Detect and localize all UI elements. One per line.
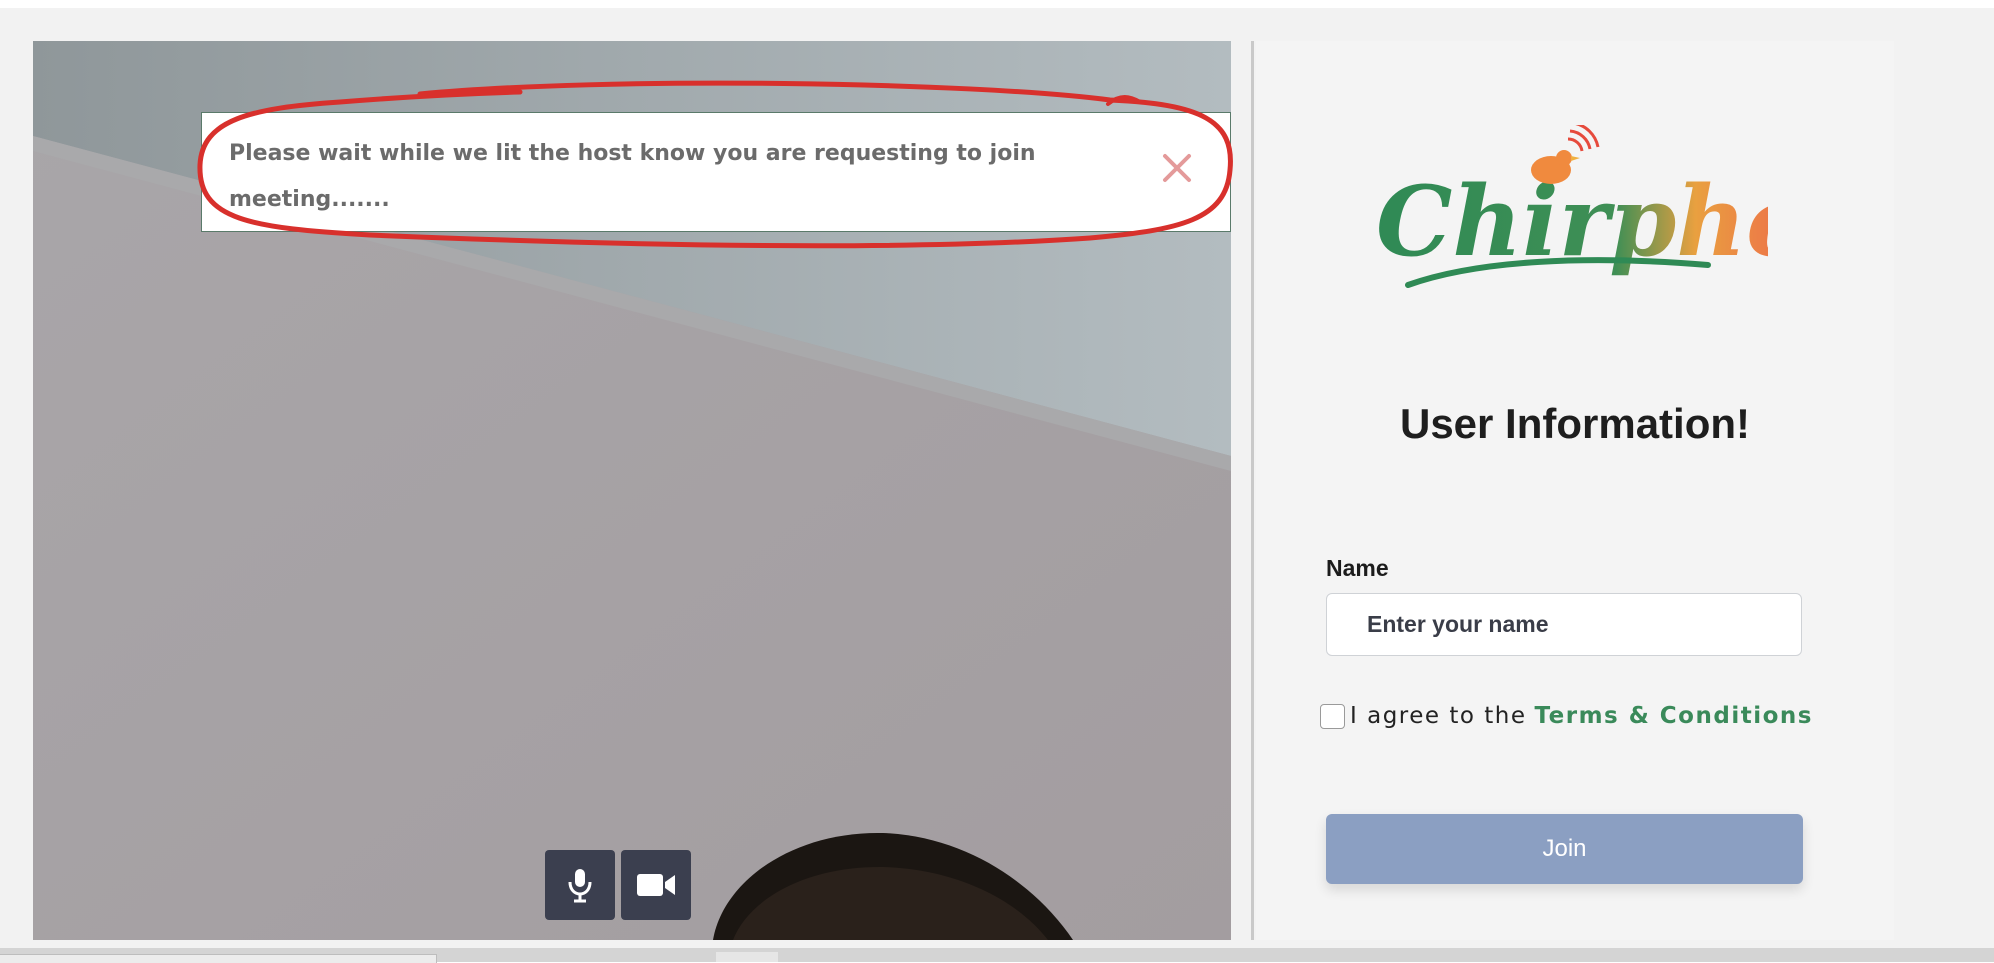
name-label: Name <box>1326 555 1389 581</box>
agree-text: I agree to the <box>1350 703 1527 729</box>
terms-conditions-link[interactable]: Terms & Conditions <box>1535 703 1813 729</box>
video-camera-icon <box>637 874 675 896</box>
name-input[interactable] <box>1326 593 1802 656</box>
microphone-icon <box>568 869 592 903</box>
terms-agreement-row: I agree to the Terms & Conditions <box>1320 702 1813 730</box>
chirphost-logo: Chirphost <box>1376 125 1768 288</box>
join-request-notification: Please wait while we lit the host know y… <box>201 112 1231 232</box>
page-title: User Information! <box>1399 400 1751 447</box>
close-icon[interactable] <box>1160 151 1194 185</box>
bottom-scrollbar-strip <box>0 948 1994 963</box>
microphone-toggle-button[interactable] <box>545 850 615 920</box>
join-button[interactable]: Join <box>1326 814 1803 884</box>
scrollbar-thumb[interactable] <box>716 952 778 962</box>
terms-checkbox[interactable] <box>1320 703 1345 729</box>
camera-toggle-button[interactable] <box>621 850 691 920</box>
notification-message: Please wait while we lit the host know y… <box>229 141 1036 212</box>
panel-divider <box>1251 41 1254 940</box>
